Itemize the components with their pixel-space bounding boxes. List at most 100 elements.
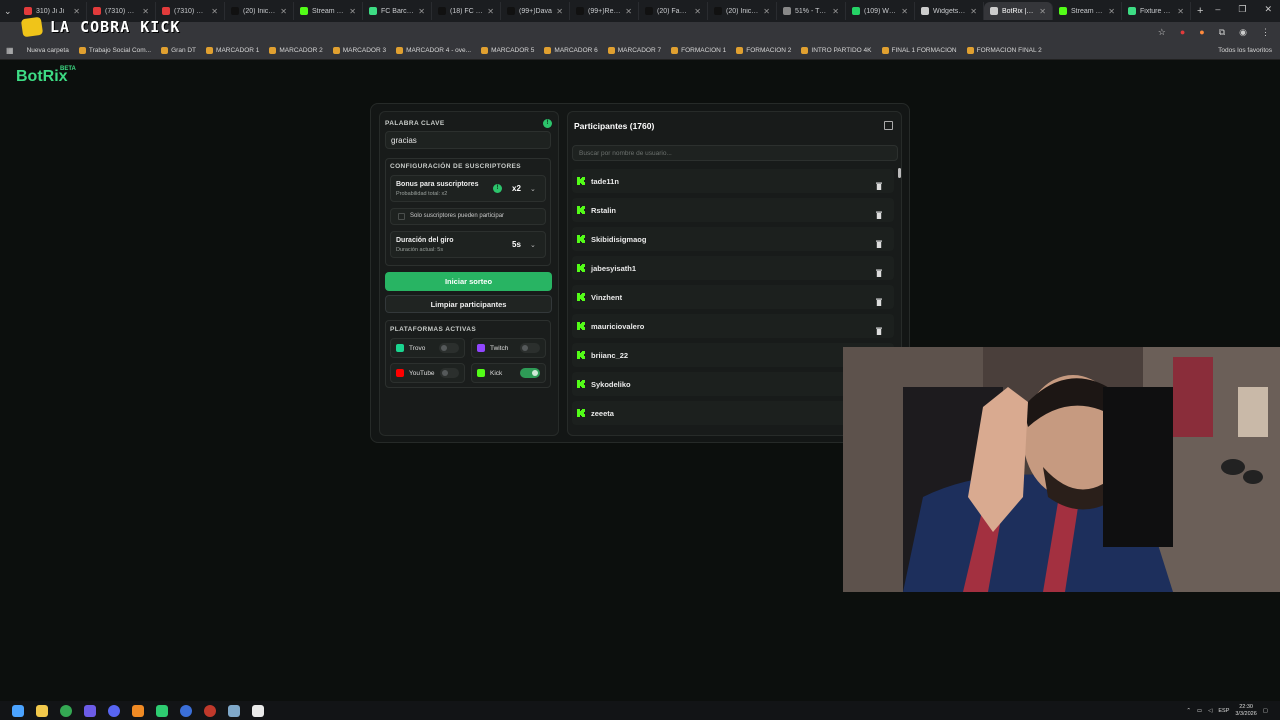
chevron-down-icon[interactable]: ⌄ xyxy=(530,241,536,249)
chevron-down-icon[interactable]: ⌄ xyxy=(530,185,536,193)
bookmark-item[interactable]: MARCADOR 4 - ove... xyxy=(396,47,471,54)
close-tab-icon[interactable]: ✕ xyxy=(694,7,701,16)
copy-icon[interactable] xyxy=(884,121,893,130)
bookmark-item[interactable]: Trabajo Social Com... xyxy=(78,47,151,54)
new-tab-icon[interactable]: + xyxy=(1197,5,1203,17)
app-icon[interactable] xyxy=(132,704,144,717)
browser-tab[interactable]: (99+)Reaco ✕ xyxy=(570,2,639,20)
browser-tab[interactable]: (99+)Dava ✕ xyxy=(501,2,570,20)
trovo-toggle[interactable] xyxy=(439,343,459,353)
close-tab-icon[interactable]: ✕ xyxy=(901,7,908,16)
scrollbar[interactable] xyxy=(898,168,901,178)
trash-icon[interactable] xyxy=(876,322,882,335)
close-tab-icon[interactable]: ✕ xyxy=(73,7,80,16)
star-icon[interactable]: ☆ xyxy=(1158,27,1166,38)
clear-participants-button[interactable]: Limpiar participantes xyxy=(385,295,552,313)
bookmark-item[interactable]: MARCADOR 2 xyxy=(269,47,323,54)
close-tab-icon[interactable]: ✕ xyxy=(1108,7,1115,16)
close-tab-icon[interactable]: ✕ xyxy=(280,7,287,16)
trash-icon[interactable] xyxy=(876,264,882,277)
close-tab-icon[interactable]: ✕ xyxy=(1177,7,1184,16)
trash-icon[interactable] xyxy=(876,235,882,248)
trash-icon[interactable] xyxy=(876,293,882,306)
start-icon[interactable] xyxy=(12,704,24,717)
bookmark-item[interactable]: MARCADOR 3 xyxy=(332,47,386,54)
language-indicator[interactable]: ESP xyxy=(1218,708,1229,714)
browser-tab[interactable]: (20) Inicio / ✕ xyxy=(708,2,777,20)
extension-icon[interactable]: ● xyxy=(1199,27,1204,38)
browser-tab[interactable]: Fixture y pa ✕ xyxy=(1122,2,1191,20)
file-explorer-icon[interactable] xyxy=(36,704,48,717)
browser-tab[interactable]: Stream - Ki ✕ xyxy=(1053,2,1122,20)
maximize-icon[interactable]: ❐ xyxy=(1238,4,1246,15)
trash-icon[interactable] xyxy=(876,206,882,219)
close-tab-icon[interactable]: ✕ xyxy=(832,7,839,16)
browser-tab[interactable]: (18) FC Barc ✕ xyxy=(432,2,501,20)
twitch-toggle[interactable] xyxy=(520,343,540,353)
browser-tab[interactable]: 51% - Trans ✕ xyxy=(777,2,846,20)
close-tab-icon[interactable]: ✕ xyxy=(1039,7,1046,16)
app-icon[interactable] xyxy=(156,704,168,717)
network-icon[interactable]: ▭ xyxy=(1197,708,1202,714)
bookmark-item[interactable]: INTRO PARTIDO 4K xyxy=(801,47,872,54)
notification-icon[interactable]: ▢ xyxy=(1263,708,1268,714)
close-tab-icon[interactable]: ✕ xyxy=(556,7,563,16)
browser-tab[interactable]: Widgets | B ✕ xyxy=(915,2,984,20)
bookmark-item[interactable]: MARCADOR 6 xyxy=(544,47,598,54)
app-icon[interactable] xyxy=(252,704,264,717)
trash-icon[interactable] xyxy=(876,177,882,190)
clock[interactable]: 22:30 3/3/2026 xyxy=(1235,704,1256,718)
close-tab-icon[interactable]: ✕ xyxy=(211,7,218,16)
apps-icon[interactable]: ▦ xyxy=(6,46,14,55)
bookmark-item[interactable]: MARCADOR 7 xyxy=(607,47,661,54)
keyword-input[interactable]: gracias xyxy=(385,131,551,149)
browser-tab[interactable]: BotRix | Soi ✕ xyxy=(984,2,1053,20)
close-tab-icon[interactable]: ✕ xyxy=(763,7,770,16)
info-icon[interactable]: ! xyxy=(543,119,552,128)
kick-icon xyxy=(577,235,585,243)
duration-select[interactable]: 5s xyxy=(512,240,521,249)
browser-tab[interactable]: FC Barcelon ✕ xyxy=(363,2,432,20)
browser-tab[interactable]: (20) Fabrizi ✕ xyxy=(639,2,708,20)
volume-icon[interactable]: ◁ xyxy=(1208,708,1212,714)
youtube-toggle[interactable] xyxy=(439,368,459,378)
close-tab-icon[interactable]: ✕ xyxy=(418,7,425,16)
minimize-icon[interactable]: – xyxy=(1215,4,1220,15)
close-tab-icon[interactable]: ✕ xyxy=(142,7,149,16)
close-icon[interactable]: ✕ xyxy=(1264,4,1272,15)
only-subs-checkbox[interactable] xyxy=(398,213,405,220)
browser-tab[interactable]: (20) Inicio / ✕ xyxy=(225,2,294,20)
bookmark-item[interactable]: FORMACION 1 xyxy=(671,47,726,54)
start-raffle-button[interactable]: Iniciar sorteo xyxy=(385,272,552,291)
extension-icon[interactable]: ● xyxy=(1180,27,1185,38)
chrome-icon[interactable] xyxy=(60,704,72,717)
kick-toggle[interactable] xyxy=(520,368,540,378)
bookmark-item[interactable]: FORMACION 2 xyxy=(736,47,791,54)
menu-icon[interactable]: ⋮ xyxy=(1261,27,1270,38)
bookmark-item[interactable]: Nueva carpeta xyxy=(24,47,69,54)
tab-search-icon[interactable]: ⌄ xyxy=(4,6,18,17)
app-icon[interactable] xyxy=(180,704,192,717)
app-icon[interactable] xyxy=(228,704,240,717)
close-tab-icon[interactable]: ✕ xyxy=(970,7,977,16)
close-tab-icon[interactable]: ✕ xyxy=(349,7,356,16)
close-tab-icon[interactable]: ✕ xyxy=(487,7,494,16)
puzzle-icon[interactable]: ⧉ xyxy=(1219,27,1225,38)
chevron-up-icon[interactable]: ⌃ xyxy=(1186,708,1191,714)
profile-icon[interactable]: ◉ xyxy=(1239,27,1247,38)
obs-icon[interactable] xyxy=(204,704,216,717)
browser-tab[interactable]: (109) Whats ✕ xyxy=(846,2,915,20)
bookmark-item[interactable]: Gran DT xyxy=(161,47,196,54)
app-icon[interactable] xyxy=(84,704,96,717)
info-icon[interactable]: ! xyxy=(493,184,502,193)
bookmark-item[interactable]: MARCADOR 1 xyxy=(206,47,259,54)
all-bookmarks[interactable]: Todos los favoritos xyxy=(1218,47,1272,54)
participant-search-input[interactable]: Buscar por nombre de usuario... xyxy=(572,145,898,161)
discord-icon[interactable] xyxy=(108,704,120,717)
bonus-select[interactable]: x2 xyxy=(512,184,521,193)
bookmark-item[interactable]: MARCADOR 5 xyxy=(481,47,534,54)
bookmark-item[interactable]: FORMACION FINAL 2 xyxy=(966,47,1042,54)
browser-tab[interactable]: Stream - Ki ✕ xyxy=(294,2,363,20)
close-tab-icon[interactable]: ✕ xyxy=(625,7,632,16)
bookmark-item[interactable]: FINAL 1 FORMACION xyxy=(881,47,957,54)
